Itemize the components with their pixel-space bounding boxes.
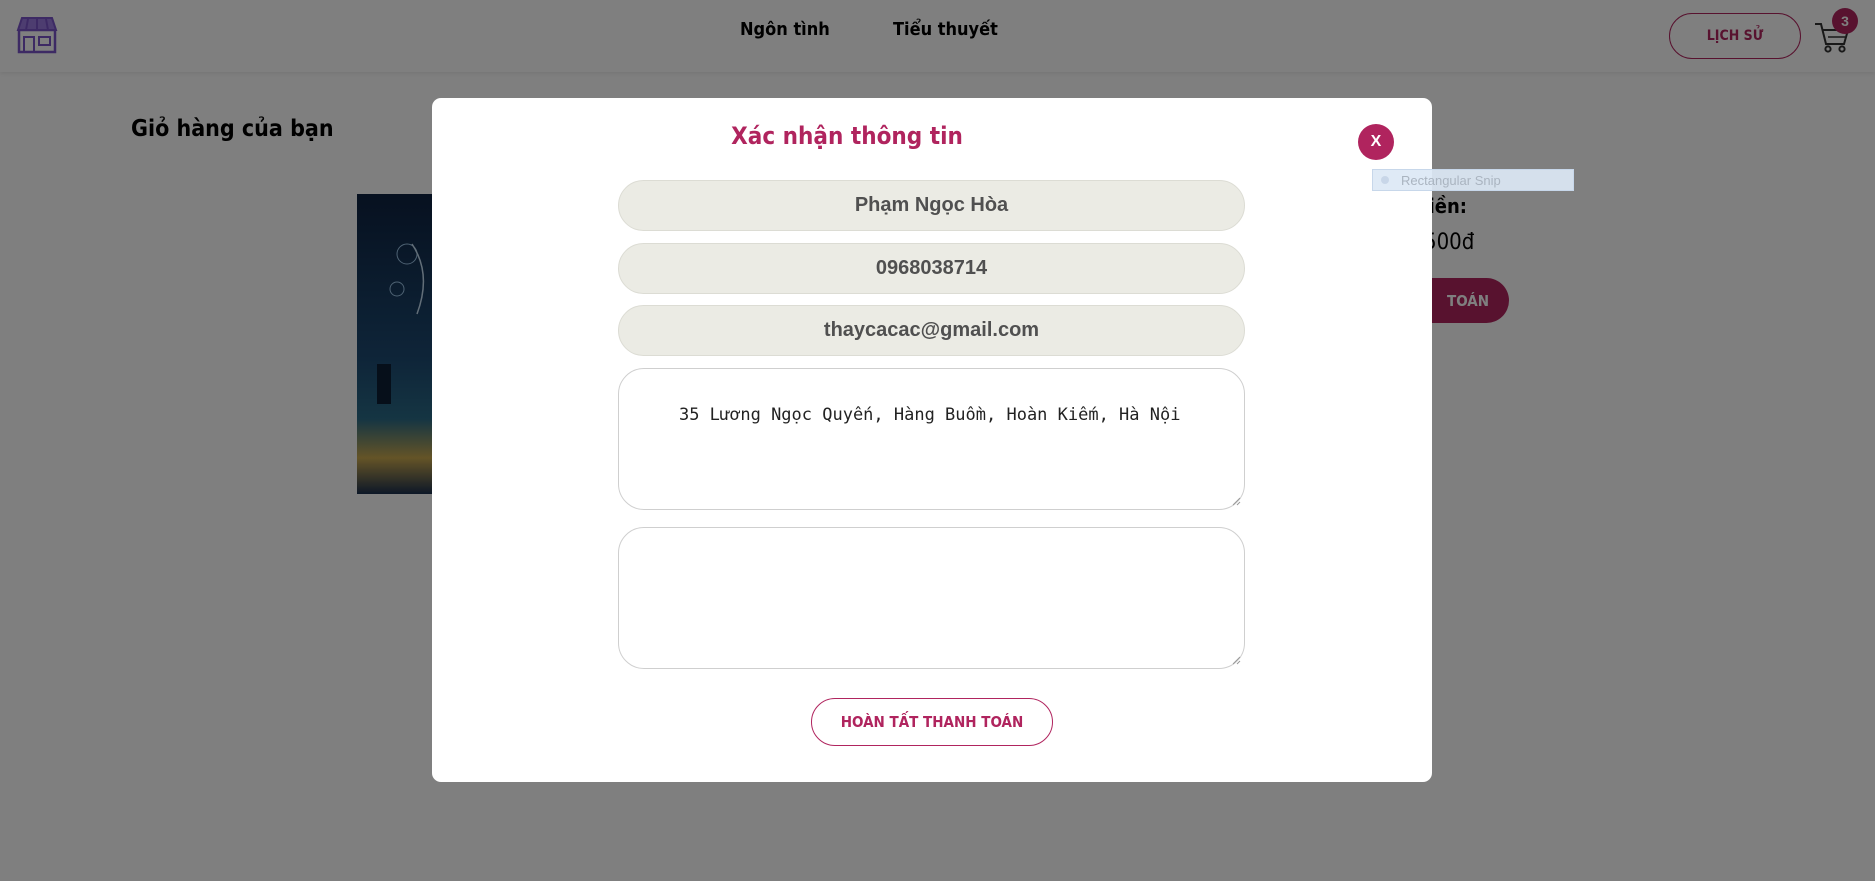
phone-field[interactable]: 0968038714 (618, 243, 1245, 294)
resize-grip-icon[interactable] (1232, 656, 1241, 665)
finish-payment-button[interactable]: HOÀN TẤT THANH TOÁN (811, 698, 1053, 746)
address-textarea[interactable]: 35 Lương Ngọc Quyến, Hàng Buồm, Hoàn Kiế… (618, 368, 1245, 510)
address-text: 35 Lương Ngọc Quyến, Hàng Buồm, Hoàn Kiế… (678, 405, 1181, 425)
note-textarea[interactable] (618, 527, 1245, 669)
email-field[interactable]: thaycacac@gmail.com (618, 305, 1245, 356)
snip-dot-icon (1381, 176, 1389, 184)
confirm-info-modal: Xác nhận thông tin X Phạm Ngọc Hòa 09680… (432, 98, 1432, 782)
modal-title: Xác nhận thông tin (731, 122, 963, 150)
snip-tooltip: Rectangular Snip (1372, 169, 1574, 191)
snip-tooltip-text: Rectangular Snip (1401, 172, 1501, 188)
resize-grip-icon[interactable] (1232, 497, 1241, 506)
name-field[interactable]: Phạm Ngọc Hòa (618, 180, 1245, 231)
close-button[interactable]: X (1358, 124, 1394, 160)
